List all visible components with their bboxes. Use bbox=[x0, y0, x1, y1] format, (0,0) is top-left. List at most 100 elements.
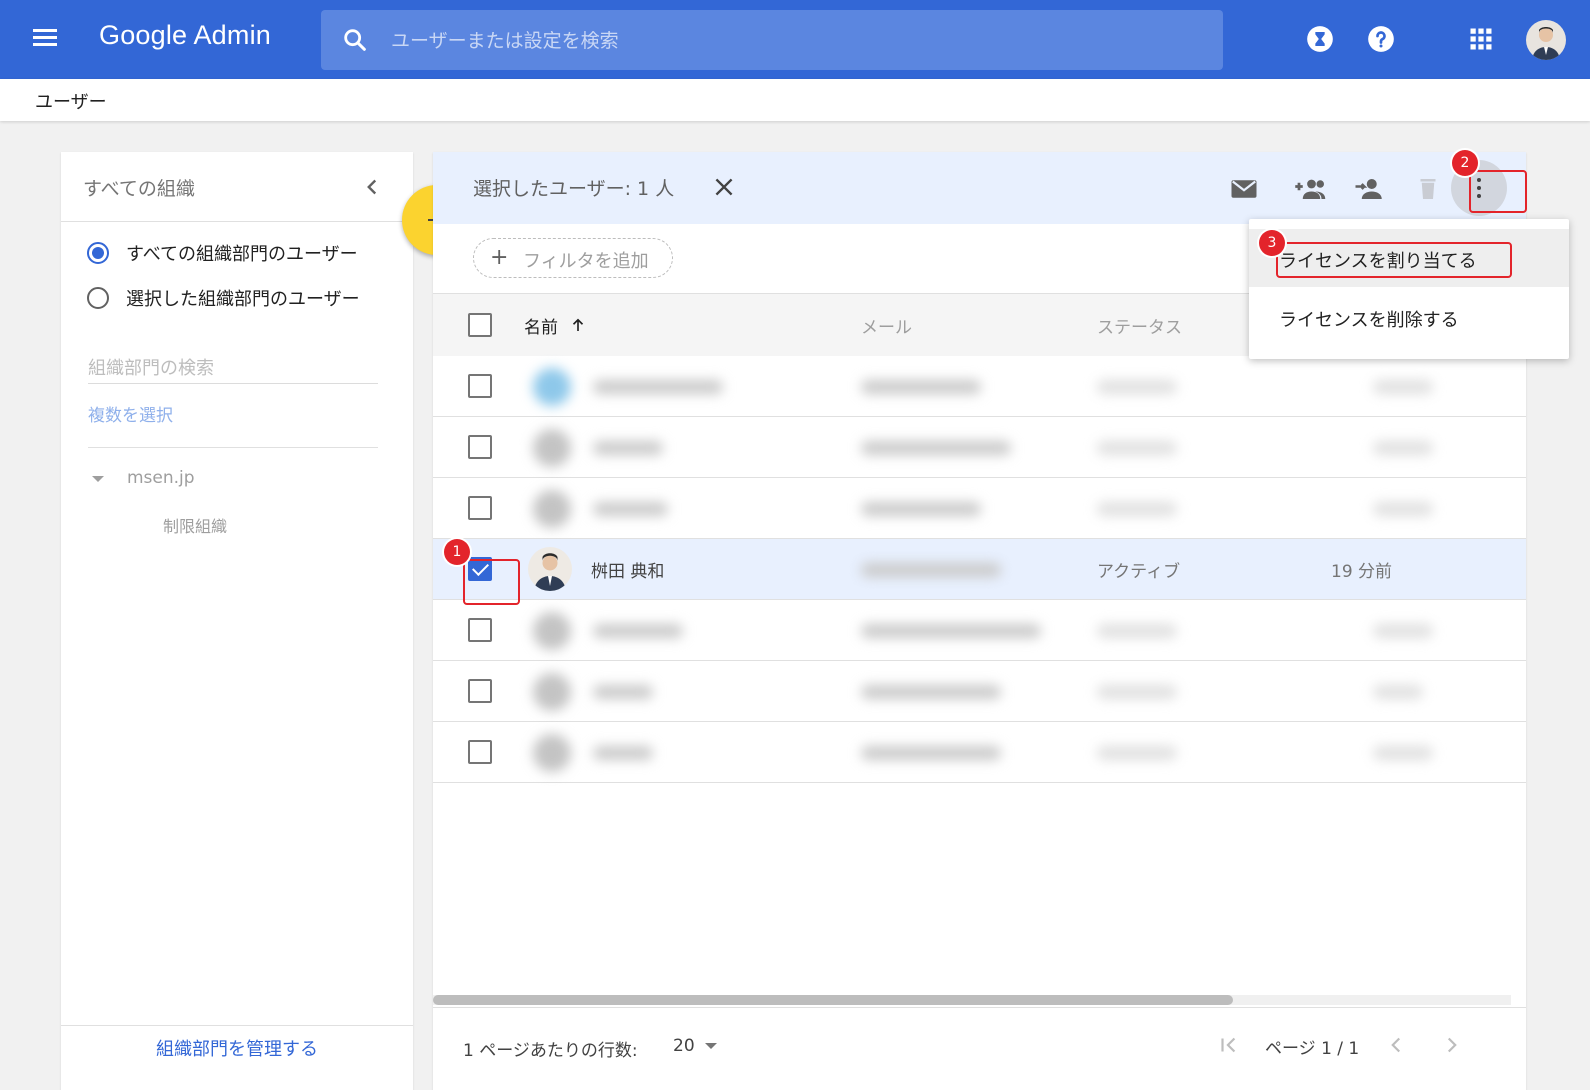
column-header-name[interactable]: 名前 bbox=[524, 313, 558, 338]
divider bbox=[61, 1025, 413, 1026]
add-to-group-icon[interactable] bbox=[1289, 174, 1329, 204]
blurred-status bbox=[1097, 380, 1177, 394]
blurred-name bbox=[593, 502, 668, 516]
row-checkbox[interactable] bbox=[468, 496, 492, 520]
blurred-status bbox=[1097, 502, 1177, 516]
radio-label-selected: 選択した組織部門のユーザー bbox=[126, 289, 360, 310]
org-tree-root[interactable]: msen.jp bbox=[127, 468, 195, 488]
radio-button-all[interactable] bbox=[87, 242, 109, 264]
blurred-name bbox=[593, 380, 723, 394]
table-row[interactable] bbox=[433, 661, 1526, 722]
close-icon[interactable] bbox=[711, 174, 737, 200]
blurred-email bbox=[861, 502, 981, 516]
annotation-highlight-assign bbox=[1276, 242, 1512, 278]
row-checkbox[interactable] bbox=[468, 679, 492, 703]
menu-item-label: ライセンスを削除する bbox=[1279, 310, 1459, 331]
blurred-avatar bbox=[533, 490, 571, 528]
divider bbox=[88, 447, 378, 448]
move-user-icon[interactable] bbox=[1353, 174, 1383, 204]
annotation-badge-3: 3 bbox=[1259, 230, 1285, 256]
blurred-avatar bbox=[533, 673, 571, 711]
delete-icon[interactable] bbox=[1413, 174, 1443, 204]
avatar[interactable] bbox=[1526, 20, 1566, 60]
blurred-avatar bbox=[533, 734, 571, 772]
blurred-status bbox=[1097, 685, 1177, 699]
manage-org-units-link[interactable]: 組織部門を管理する bbox=[61, 1029, 413, 1061]
email-icon[interactable] bbox=[1229, 174, 1259, 204]
annotation-highlight-more bbox=[1469, 170, 1527, 213]
blurred-status bbox=[1097, 441, 1177, 455]
blurred-avatar bbox=[533, 368, 571, 406]
next-page-icon[interactable] bbox=[1439, 1032, 1465, 1058]
blurred-avatar bbox=[533, 612, 571, 650]
row-checkbox[interactable] bbox=[468, 435, 492, 459]
annotation-badge-1: 1 bbox=[444, 539, 470, 565]
table-row[interactable] bbox=[433, 356, 1526, 417]
chevron-down-icon bbox=[704, 1043, 717, 1049]
chevron-left-icon[interactable] bbox=[359, 174, 385, 200]
org-search-input[interactable]: 組織部門の検索 bbox=[88, 352, 378, 384]
breadcrumb: ユーザー bbox=[0, 79, 1590, 121]
help-icon[interactable] bbox=[1367, 25, 1395, 53]
table-row[interactable] bbox=[433, 600, 1526, 661]
blurred-name bbox=[593, 624, 683, 638]
first-page-icon[interactable] bbox=[1216, 1032, 1242, 1058]
add-filter-label: フィルタを追加 bbox=[523, 251, 649, 272]
breadcrumb-users[interactable]: ユーザー bbox=[35, 88, 107, 114]
blurred-email bbox=[861, 563, 1001, 577]
avatar bbox=[528, 547, 572, 591]
add-filter-button[interactable]: + フィルタを追加 bbox=[473, 238, 673, 278]
blurred-last-login bbox=[1373, 441, 1433, 455]
pagination-bar: 1 ページあたりの行数: 20 ページ 1 / 1 bbox=[433, 1007, 1526, 1090]
blurred-name bbox=[593, 746, 653, 760]
page-indicator: ページ 1 / 1 bbox=[1265, 1039, 1360, 1059]
apps-grid-icon[interactable] bbox=[1467, 25, 1495, 53]
hourglass-icon[interactable] bbox=[1306, 25, 1334, 53]
scrollbar-thumb[interactable] bbox=[433, 995, 1233, 1005]
search-box[interactable]: ユーザーまたは設定を検索 bbox=[321, 10, 1223, 70]
multi-select-link[interactable]: 複数を選択 bbox=[88, 401, 173, 426]
org-panel: すべての組織 すべての組織部門のユーザー 選択した組織部門のユーザー 組織部門の… bbox=[61, 152, 413, 1090]
table-row[interactable] bbox=[433, 722, 1526, 783]
blurred-last-login bbox=[1373, 685, 1423, 699]
row-checkbox[interactable] bbox=[468, 374, 492, 398]
expand-arrow-icon[interactable] bbox=[92, 476, 104, 482]
radio-all-org-users[interactable]: すべての組織部門のユーザー bbox=[87, 240, 358, 266]
blurred-status bbox=[1097, 746, 1177, 760]
selection-count: 選択したユーザー: 1 人 bbox=[473, 178, 675, 200]
app-logo[interactable]: Google Admin bbox=[99, 20, 271, 51]
horizontal-scrollbar[interactable] bbox=[433, 995, 1511, 1005]
org-panel-header: すべての組織 bbox=[61, 152, 413, 222]
table-row-selected[interactable]: 桝田 典和 アクティブ 19 分前 bbox=[433, 539, 1526, 600]
blurred-email bbox=[861, 685, 1001, 699]
radio-selected-org-users[interactable]: 選択した組織部門のユーザー bbox=[87, 285, 360, 311]
blurred-email bbox=[861, 624, 1041, 638]
menu-icon[interactable] bbox=[28, 24, 62, 54]
blurred-status bbox=[1097, 624, 1177, 638]
blurred-name bbox=[593, 685, 653, 699]
menu-item-remove-license[interactable]: ライセンスを削除する bbox=[1249, 288, 1569, 346]
column-header-status[interactable]: ステータス bbox=[1097, 313, 1182, 338]
blurred-last-login bbox=[1373, 624, 1433, 638]
blurred-email bbox=[861, 380, 981, 394]
blurred-last-login bbox=[1373, 746, 1433, 760]
blurred-last-login bbox=[1373, 380, 1433, 394]
blurred-name bbox=[593, 441, 663, 455]
sort-ascending-icon[interactable] bbox=[569, 316, 587, 334]
user-name[interactable]: 桝田 典和 bbox=[591, 557, 664, 582]
selection-bar: 選択したユーザー: 1 人 bbox=[433, 152, 1526, 224]
row-checkbox[interactable] bbox=[468, 618, 492, 642]
rows-per-page-select[interactable]: 20 bbox=[673, 1036, 717, 1056]
annotation-badge-2: 2 bbox=[1452, 150, 1478, 176]
row-checkbox[interactable] bbox=[468, 740, 492, 764]
blurred-email bbox=[861, 441, 1011, 455]
org-panel-title: すべての組織 bbox=[83, 178, 195, 200]
radio-button-selected[interactable] bbox=[87, 287, 109, 309]
table-row[interactable] bbox=[433, 478, 1526, 539]
previous-page-icon[interactable] bbox=[1383, 1032, 1409, 1058]
select-all-checkbox[interactable] bbox=[468, 313, 492, 337]
table-row[interactable] bbox=[433, 417, 1526, 478]
column-header-email[interactable]: メール bbox=[861, 313, 912, 338]
org-tree-child[interactable]: 制限組織 bbox=[163, 513, 227, 537]
user-avatar-image bbox=[1532, 27, 1560, 60]
